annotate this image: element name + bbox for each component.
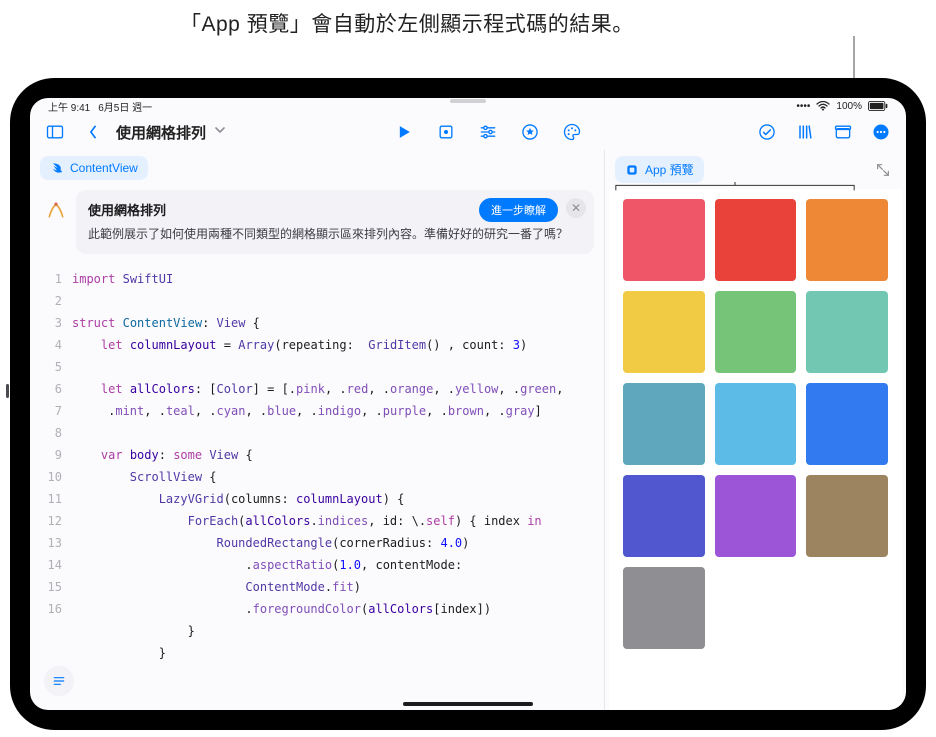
run-button[interactable] xyxy=(387,117,421,147)
line-number: 16 xyxy=(30,598,62,620)
code-lines[interactable]: import SwiftUI struct ContentView: View … xyxy=(72,268,604,710)
playground-icon xyxy=(46,200,66,220)
settings-sliders-button[interactable] xyxy=(471,117,505,147)
line-number: 11 xyxy=(30,488,62,510)
color-swatch xyxy=(623,291,705,373)
stop-button[interactable] xyxy=(429,117,463,147)
toolbar-center xyxy=(387,117,589,147)
checkmark-circle-button[interactable] xyxy=(750,117,784,147)
line-number: 14 xyxy=(30,554,62,576)
line-number: 10 xyxy=(30,466,62,488)
color-swatch xyxy=(623,383,705,465)
multitask-grabber[interactable] xyxy=(450,99,486,103)
battery-percent: 100% xyxy=(836,101,862,112)
code-line[interactable]: .foregroundColor(allColors[index]) xyxy=(72,598,604,620)
expand-preview-button[interactable] xyxy=(870,157,896,183)
line-number: 7 xyxy=(30,400,62,422)
code-line[interactable]: .mint, .teal, .cyan, .blue, .indigo, .pu… xyxy=(72,400,604,422)
project-title[interactable]: 使用網格排列 xyxy=(116,122,206,143)
app-preview-icon xyxy=(625,163,639,177)
device-side-button xyxy=(6,384,9,398)
cellular-dots-icon: •••• xyxy=(796,101,810,112)
sidebar-toggle-button[interactable] xyxy=(38,117,72,147)
close-card-button[interactable]: ✕ xyxy=(566,198,586,218)
code-line[interactable]: RoundedRectangle(cornerRadius: 4.0) xyxy=(72,532,604,554)
main-split: ContentView 使用網格排列 進一步瞭解 ✕ 此範例展示了如何使用兩種不… xyxy=(30,150,906,710)
code-line[interactable]: let allColors: [Color] = [.pink, .red, .… xyxy=(72,378,604,400)
info-card-body: 此範例展示了如何使用兩種不同類型的網格顯示區來排列內容。準備好好的研究一番了嗎？ xyxy=(88,225,582,244)
code-line[interactable]: var body: some View { xyxy=(72,444,604,466)
status-date: 6月5日 週一 xyxy=(98,99,152,114)
home-indicator[interactable] xyxy=(403,702,533,706)
swift-icon xyxy=(50,161,64,175)
documentation-fab[interactable] xyxy=(44,666,74,696)
ipad-frame: 上午 9:41 6月5日 週一 •••• 100% 使用網格排列 xyxy=(10,78,926,730)
code-line[interactable] xyxy=(72,290,604,312)
preview-canvas xyxy=(609,189,902,710)
status-time: 上午 9:41 xyxy=(48,99,90,114)
line-number: 4 xyxy=(30,334,62,356)
color-swatch xyxy=(715,383,797,465)
wifi-icon xyxy=(816,101,830,111)
code-line[interactable]: } xyxy=(72,642,604,664)
annotation-text: 「App 預覽」會自動於左側顯示程式碼的結果。 xyxy=(180,8,634,38)
code-line[interactable]: ScrollView { xyxy=(72,466,604,488)
line-number: 6 xyxy=(30,378,62,400)
code-line[interactable]: ContentMode.fit) xyxy=(72,576,604,598)
line-number: 15 xyxy=(30,576,62,598)
info-card-title: 使用網格排列 xyxy=(88,200,166,219)
toolbar: 使用網格排列 xyxy=(30,114,906,150)
line-number: 3 xyxy=(30,312,62,334)
line-gutter: 12345678910111213141516 xyxy=(30,268,72,710)
line-number: 2 xyxy=(30,290,62,312)
line-number: 9 xyxy=(30,444,62,466)
archive-button[interactable] xyxy=(826,117,860,147)
color-swatch xyxy=(715,475,797,557)
info-card: 使用網格排列 進一步瞭解 ✕ 此範例展示了如何使用兩種不同類型的網格顯示區來排列… xyxy=(76,190,594,254)
color-swatch xyxy=(806,475,888,557)
preview-tab[interactable]: App 預覽 xyxy=(615,156,704,183)
annotation-area: 「App 預覽」會自動於左側顯示程式碼的結果。 xyxy=(0,0,936,78)
code-line[interactable] xyxy=(72,422,604,444)
palette-button[interactable] xyxy=(555,117,589,147)
code-line[interactable]: } xyxy=(72,620,604,642)
code-line[interactable]: LazyVGrid(columns: columnLayout) { xyxy=(72,488,604,510)
code-line[interactable]: .aspectRatio(1.0, contentMode: xyxy=(72,554,604,576)
code-line[interactable]: let columnLayout = Array(repeating: Grid… xyxy=(72,334,604,356)
color-swatch xyxy=(715,291,797,373)
code-line[interactable]: import SwiftUI xyxy=(72,268,604,290)
color-swatch xyxy=(715,199,797,281)
line-number: 13 xyxy=(30,532,62,554)
line-number: 1 xyxy=(30,268,62,290)
battery-icon xyxy=(868,101,888,111)
color-swatch xyxy=(806,383,888,465)
code-pane: ContentView 使用網格排列 進一步瞭解 ✕ 此範例展示了如何使用兩種不… xyxy=(30,150,604,710)
code-editor[interactable]: 12345678910111213141516 import SwiftUI s… xyxy=(30,262,604,710)
back-button[interactable] xyxy=(76,117,110,147)
ipad-screen: 上午 9:41 6月5日 週一 •••• 100% 使用網格排列 xyxy=(30,98,906,710)
code-line[interactable] xyxy=(72,356,604,378)
line-number: 8 xyxy=(30,422,62,444)
learn-more-button[interactable]: 進一步瞭解 xyxy=(479,198,558,222)
code-line[interactable]: ForEach(allColors.indices, id: \.self) {… xyxy=(72,510,604,532)
chevron-down-icon[interactable] xyxy=(214,123,226,141)
color-swatch xyxy=(623,567,705,649)
preview-tab-label: App 預覽 xyxy=(645,161,694,178)
color-swatch xyxy=(623,199,705,281)
more-button[interactable] xyxy=(864,117,898,147)
line-number: 5 xyxy=(30,356,62,378)
library-button[interactable] xyxy=(788,117,822,147)
toolbar-right xyxy=(750,117,898,147)
starred-button[interactable] xyxy=(513,117,547,147)
code-line[interactable]: struct ContentView: View { xyxy=(72,312,604,334)
color-swatch xyxy=(806,199,888,281)
preview-pane: App 預覽 xyxy=(604,150,906,710)
color-swatch xyxy=(806,291,888,373)
line-number: 12 xyxy=(30,510,62,532)
file-tab[interactable]: ContentView xyxy=(40,156,148,180)
file-tab-label: ContentView xyxy=(70,161,138,175)
color-swatch xyxy=(623,475,705,557)
